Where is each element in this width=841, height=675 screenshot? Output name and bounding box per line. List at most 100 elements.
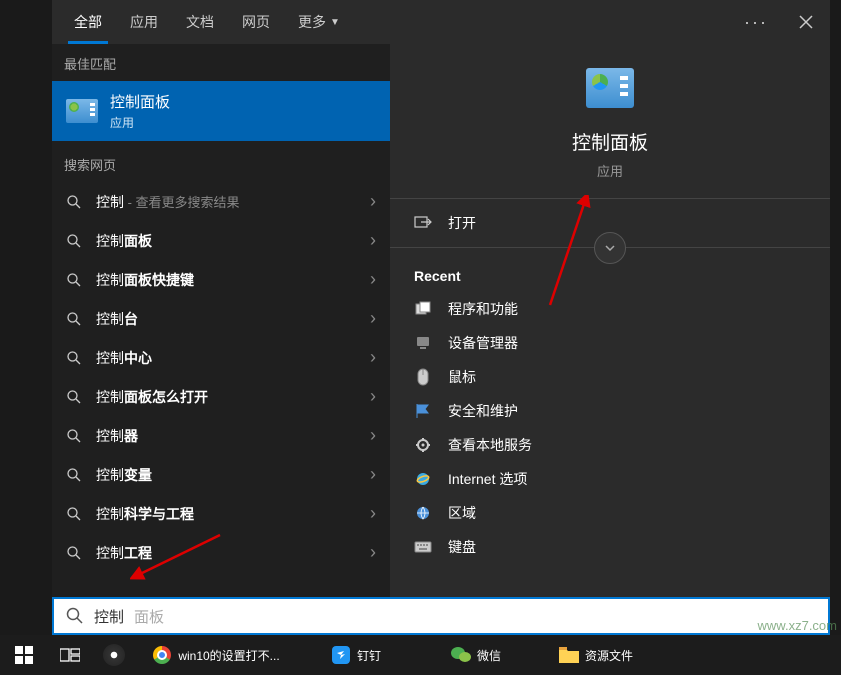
results-list: 控制 - 查看更多搜索结果›控制面板›控制面板快捷键›控制台›控制中心›控制面板… [52, 182, 390, 572]
recent-label: Internet 选项 [448, 469, 527, 489]
open-label: 打开 [448, 213, 476, 233]
result-text: 控制中心 [96, 348, 362, 368]
best-match-text: 控制面板 应用 [110, 91, 170, 131]
taskview-button[interactable] [48, 635, 92, 675]
result-item-4[interactable]: 控制中心 › [52, 338, 390, 377]
preview-pane: 控制面板 应用 打开 Recent 程序和功能设备管理器鼠标安全和维护查看本地服… [390, 44, 830, 635]
recent-item-0[interactable]: 程序和功能 [390, 292, 830, 326]
result-text: 控制 - 查看更多搜索结果 [96, 192, 362, 212]
result-text: 控制面板怎么打开 [96, 387, 362, 407]
tabs-right-controls: ··· [738, 6, 822, 39]
results-pane: 最佳匹配 控制面板 应用 搜索网页 控制 - 查看更多搜索结果›控制面板›控制面… [52, 44, 390, 635]
result-item-5[interactable]: 控制面板怎么打开 › [52, 377, 390, 416]
windows-icon [15, 646, 33, 664]
globe-icon [414, 504, 432, 522]
result-item-6[interactable]: 控制器 › [52, 416, 390, 455]
mouse-icon [414, 368, 432, 386]
chevron-right-icon: › [370, 542, 376, 563]
close-button[interactable] [790, 6, 822, 38]
taskbar-dingtalk-label: 钉钉 [357, 647, 381, 664]
best-match-subtitle: 应用 [110, 114, 170, 131]
tab-all[interactable]: 全部 [60, 0, 116, 44]
result-text: 控制器 [96, 426, 362, 446]
chevron-right-icon: › [370, 464, 376, 485]
result-text: 控制面板快捷键 [96, 270, 362, 290]
taskbar-browser[interactable] [92, 635, 136, 675]
web-search-header: 搜索网页 [52, 145, 390, 182]
search-icon [66, 350, 82, 366]
preview-control-panel-icon [586, 68, 634, 108]
search-icon [66, 545, 82, 561]
result-text: 控制工程 [96, 543, 362, 563]
best-match-header: 最佳匹配 [52, 44, 390, 81]
result-text: 控制科学与工程 [96, 504, 362, 524]
result-item-2[interactable]: 控制面板快捷键› [52, 260, 390, 299]
taskbar-wechat[interactable]: 微信 [416, 635, 536, 675]
recent-label: 设备管理器 [448, 333, 518, 353]
recent-item-7[interactable]: 键盘 [390, 530, 830, 564]
expand-button[interactable] [594, 232, 626, 264]
recent-label: 程序和功能 [448, 299, 518, 319]
chevron-down-icon: ▼ [330, 17, 340, 28]
tab-docs[interactable]: 文档 [172, 0, 228, 44]
search-content: 最佳匹配 控制面板 应用 搜索网页 控制 - 查看更多搜索结果›控制面板›控制面… [52, 44, 830, 635]
chevron-right-icon: › [370, 347, 376, 368]
control-panel-icon [66, 99, 98, 123]
taskbar-folder[interactable]: 资源文件 [536, 635, 656, 675]
recent-list: 程序和功能设备管理器鼠标安全和维护查看本地服务 Internet 选项区域键盘 [390, 292, 830, 564]
search-icon [66, 194, 82, 210]
best-match-item[interactable]: 控制面板 应用 [52, 81, 390, 141]
tools-icon [414, 436, 432, 454]
search-icon [66, 607, 84, 625]
result-item-3[interactable]: 控制台 › [52, 299, 390, 338]
chevron-right-icon: › [370, 425, 376, 446]
taskbar-dingtalk[interactable]: 钉钉 [296, 635, 416, 675]
result-item-9[interactable]: 控制工程 › [52, 533, 390, 572]
chevron-right-icon: › [370, 386, 376, 407]
chevron-right-icon: › [370, 230, 376, 251]
tab-more-label: 更多 [298, 12, 326, 32]
recent-item-6[interactable]: 区域 [390, 496, 830, 530]
flag-icon [414, 402, 432, 420]
search-tabs: 全部 应用 文档 网页 更多 ▼ ··· [52, 0, 830, 44]
tab-apps[interactable]: 应用 [116, 0, 172, 44]
open-icon [414, 214, 432, 232]
result-item-7[interactable]: 控制变量 › [52, 455, 390, 494]
search-icon [66, 233, 82, 249]
chevron-right-icon: › [370, 308, 376, 329]
result-item-8[interactable]: 控制科学与工程 › [52, 494, 390, 533]
programs-icon [414, 300, 432, 318]
chevron-down-icon [603, 241, 617, 255]
chevron-right-icon: › [370, 191, 376, 212]
result-item-0[interactable]: 控制 - 查看更多搜索结果 › [52, 182, 390, 221]
start-button[interactable] [0, 635, 48, 675]
tab-web[interactable]: 网页 [228, 0, 284, 44]
taskbar-chrome[interactable]: win10的设置打不... [136, 635, 296, 675]
result-text: 控制台 [96, 309, 362, 329]
more-options-button[interactable]: ··· [738, 6, 774, 39]
chrome-icon [152, 645, 172, 665]
recent-item-3[interactable]: 安全和维护 [390, 394, 830, 428]
preview-subtitle: 应用 [597, 161, 623, 180]
recent-item-2[interactable]: 鼠标 [390, 360, 830, 394]
preview-title: 控制面板 [572, 128, 648, 155]
search-icon [66, 389, 82, 405]
search-input[interactable] [94, 608, 816, 625]
recent-item-1[interactable]: 设备管理器 [390, 326, 830, 360]
watermark: www.xz7.com [758, 618, 837, 633]
recent-label: 鼠标 [448, 367, 476, 387]
chevron-right-icon: › [370, 503, 376, 524]
search-icon [66, 272, 82, 288]
taskbar-chrome-label: win10的设置打不... [178, 647, 279, 664]
tab-more[interactable]: 更多 ▼ [284, 0, 354, 44]
browser-icon [103, 644, 125, 666]
search-box[interactable]: 面板 [52, 597, 830, 635]
result-text: 控制变量 [96, 465, 362, 485]
result-item-1[interactable]: 控制面板 › [52, 221, 390, 260]
taskbar-folder-label: 资源文件 [585, 647, 633, 664]
result-text: 控制面板 [96, 231, 362, 251]
recent-item-4[interactable]: 查看本地服务 [390, 428, 830, 462]
recent-label: 键盘 [448, 537, 476, 557]
recent-label: 区域 [448, 503, 476, 523]
recent-item-5[interactable]: Internet 选项 [390, 462, 830, 496]
